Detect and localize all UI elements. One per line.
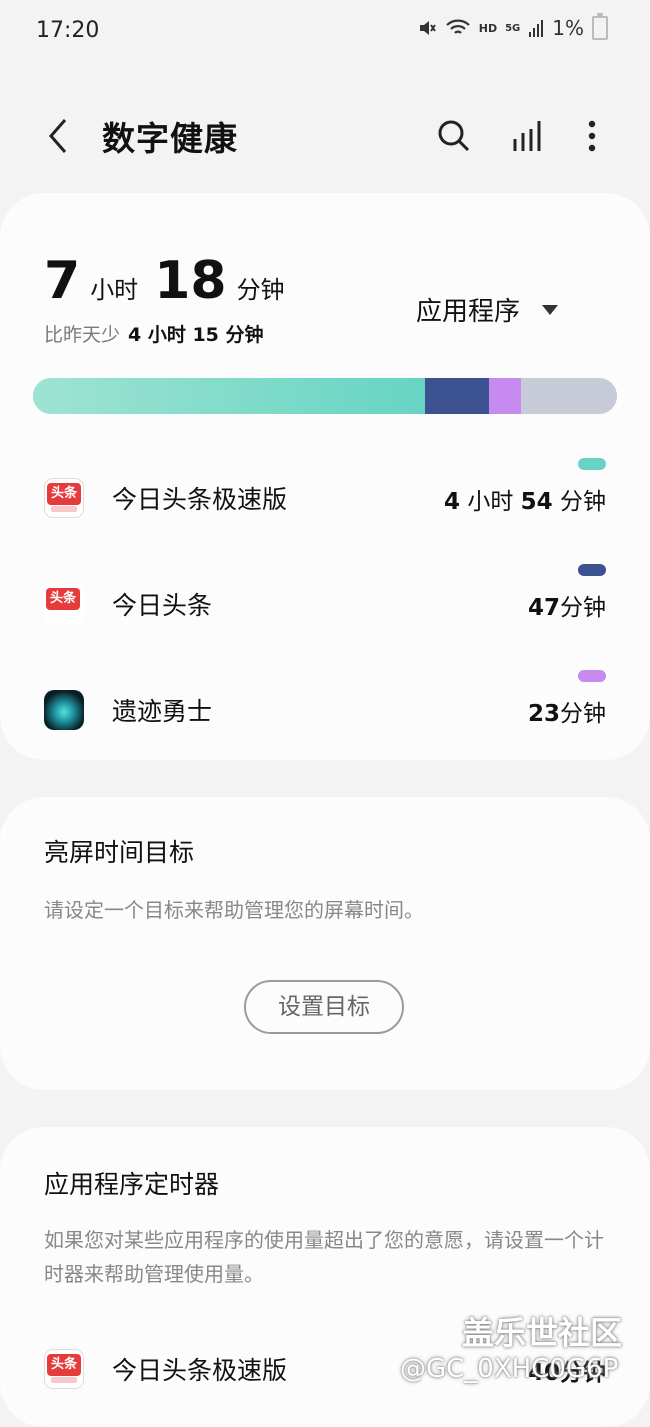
toutiao-lite-icon: 头条 <box>44 1349 84 1389</box>
timer-description: 如果您对某些应用程序的使用量超出了您的意愿，请设置一个计时器来帮助管理使用量。 <box>44 1228 604 1286</box>
search-icon <box>438 120 470 152</box>
app-time: 23分钟 <box>527 701 606 727</box>
goal-description: 请设定一个目标来帮助管理您的屏幕时间。 <box>44 898 424 922</box>
usage-bar-segment <box>33 378 425 414</box>
more-options-button[interactable] <box>570 114 614 158</box>
minutes-unit: 分钟 <box>236 276 285 304</box>
compare-yesterday: 比昨天少 4 小时 15 分钟 <box>44 320 264 347</box>
usage-bar-segment <box>424 378 490 414</box>
app-name: 今日头条极速版 <box>112 485 288 514</box>
watermark-handle: @GC_0XHC0G6P <box>400 1354 619 1384</box>
minutes-value: 18 <box>154 251 227 311</box>
app-usage-row[interactable]: 头条 今日头条 47分钟 <box>0 564 650 644</box>
signal-icon <box>529 20 544 37</box>
goal-title: 亮屏时间目标 <box>44 838 195 867</box>
status-time: 17:20 <box>36 18 100 43</box>
game-icon <box>44 690 84 730</box>
usage-bar-segment <box>489 378 522 414</box>
app-bar: 数字健康 <box>0 96 650 180</box>
compare-value: 4 小时 15 分钟 <box>128 324 264 346</box>
status-bar: 17:20 HD 5G 1% <box>0 0 650 62</box>
set-goal-button[interactable]: 设置目标 <box>244 980 404 1034</box>
caret-down-icon <box>542 304 559 315</box>
legend-dot <box>578 458 606 470</box>
app-usage-row[interactable]: 遗迹勇士 23分钟 <box>0 670 650 750</box>
app-time: 4 小时 54 分钟 <box>444 489 606 515</box>
total-screen-time: 7 小时 18 分钟 <box>44 251 301 311</box>
more-vertical-icon <box>588 120 596 152</box>
stats-button[interactable] <box>505 114 549 158</box>
app-name: 今日头条 <box>112 591 213 620</box>
battery-percent: 1% <box>552 16 584 40</box>
battery-icon <box>592 13 608 40</box>
usage-card: 7 小时 18 分钟 比昨天少 4 小时 15 分钟 应用程序 头条 今日头条极速… <box>0 193 650 760</box>
back-arrow-icon <box>49 119 67 153</box>
usage-bar <box>33 378 617 414</box>
app-name: 遗迹勇士 <box>112 697 213 726</box>
filter-dropdown[interactable]: 应用程序 <box>416 291 559 328</box>
compare-prefix: 比昨天少 <box>44 324 121 346</box>
hd-label: HD <box>478 21 498 35</box>
screen-time-goal-card: 亮屏时间目标 请设定一个目标来帮助管理您的屏幕时间。 设置目标 <box>0 797 650 1090</box>
toutiao-icon: 头条 <box>44 584 84 624</box>
hours-unit: 小时 <box>90 276 139 304</box>
timer-title: 应用程序定时器 <box>44 1170 220 1199</box>
wifi-icon <box>445 19 470 34</box>
toutiao-lite-icon: 头条 <box>44 478 84 518</box>
app-time: 47分钟 <box>527 595 606 621</box>
status-icons: HD 5G 1% <box>417 13 608 40</box>
app-usage-row[interactable]: 头条 今日头条极速版 4 小时 54 分钟 <box>0 458 650 538</box>
page-title: 数字健康 <box>102 119 238 158</box>
search-button[interactable] <box>432 114 476 158</box>
legend-dot <box>578 564 606 576</box>
watermark-title: 盖乐世社区 <box>462 1314 623 1352</box>
mute-icon <box>419 21 436 35</box>
filter-label: 应用程序 <box>416 297 521 327</box>
hours-value: 7 <box>44 251 81 311</box>
legend-dot <box>578 670 606 682</box>
bar-chart-icon <box>513 121 541 151</box>
back-button[interactable] <box>38 114 78 158</box>
app-name: 今日头条极速版 <box>112 1356 288 1385</box>
usage-bar-segment <box>521 378 617 414</box>
signal-label: 5G <box>505 22 521 34</box>
